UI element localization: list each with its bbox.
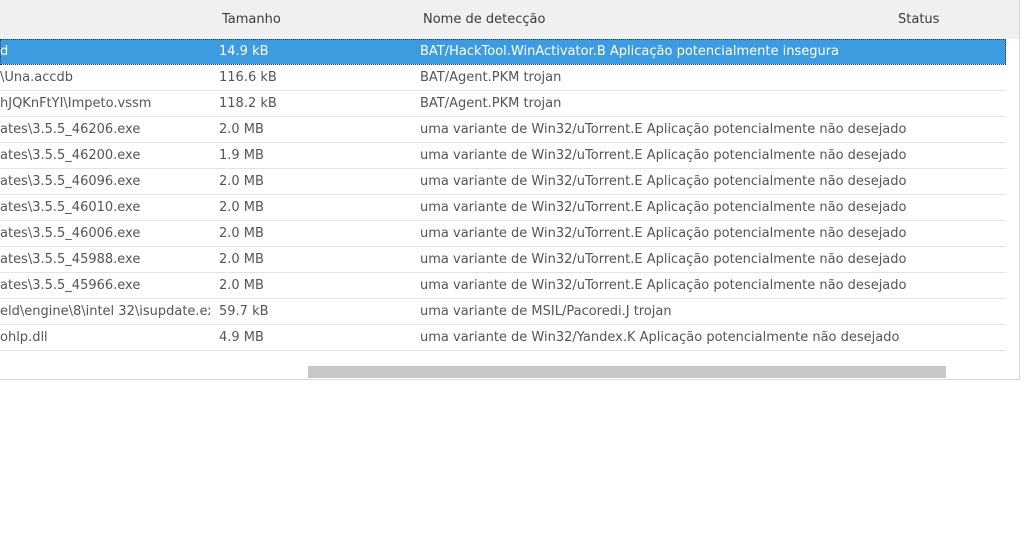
cell-size: 2.0 MB bbox=[219, 122, 264, 137]
cell-size: 59.7 kB bbox=[219, 304, 269, 319]
table-row[interactable]: ohlp.dll 4.9 MB uma variante de Win32/Yand… bbox=[0, 325, 1006, 351]
cell-file-name: d bbox=[0, 44, 9, 59]
cell-detection-name: BAT/Agent.PKM trojan bbox=[420, 96, 562, 111]
table-row[interactable]: ates\3.5.5_46200.exe 1.9 MB uma variante d… bbox=[0, 143, 1006, 169]
cell-size: 4.9 MB bbox=[219, 330, 264, 345]
cell-detection-name: uma variante de Win32/uTorrent.E Aplicaç… bbox=[420, 278, 907, 293]
table-row[interactable]: \Una.accdb 116.6 kB BAT/Agent.PKM trojan bbox=[0, 65, 1006, 91]
cell-size: 2.0 MB bbox=[219, 278, 264, 293]
table-row[interactable]: ates\3.5.5_46006.exe 2.0 MB uma variante d… bbox=[0, 221, 1006, 247]
table-row[interactable]: hJQKnFtYI\Impeto.vssm 118.2 kB BAT/Agent.P… bbox=[0, 91, 1006, 117]
table-row[interactable]: ates\3.5.5_46206.exe 2.0 MB uma variante d… bbox=[0, 117, 1006, 143]
column-header-detection-name[interactable]: Nome de detecção bbox=[423, 12, 545, 27]
cell-detection-name: uma variante de Win32/uTorrent.E Aplicaç… bbox=[420, 122, 907, 137]
cell-file-name: eld\engine\8\intel 32\isupdate.exe bbox=[0, 304, 210, 319]
table-row[interactable]: ates\3.5.5_46010.exe 2.0 MB uma variante d… bbox=[0, 195, 1006, 221]
cell-file-name: ates\3.5.5_45966.exe bbox=[0, 278, 141, 293]
cell-file-name: ates\3.5.5_46096.exe bbox=[0, 174, 141, 189]
cell-size: 2.0 MB bbox=[219, 174, 264, 189]
column-header-status[interactable]: Status bbox=[898, 12, 939, 27]
table-header: Tamanho Nome de detecção Status bbox=[0, 0, 1019, 39]
table-row[interactable]: ates\3.5.5_46096.exe 2.0 MB uma variante d… bbox=[0, 169, 1006, 195]
table-row[interactable]: eld\engine\8\intel 32\isupdate.exe 59.7 k… bbox=[0, 299, 1006, 325]
cell-file-name: ates\3.5.5_46206.exe bbox=[0, 122, 141, 137]
detections-table: Tamanho Nome de detecção Status d 14.9 kB… bbox=[0, 0, 1020, 380]
cell-size: 2.0 MB bbox=[219, 252, 264, 267]
horizontal-scrollbar-thumb[interactable] bbox=[308, 366, 946, 378]
cell-detection-name: uma variante de Win32/uTorrent.E Aplicaç… bbox=[420, 148, 907, 163]
cell-size: 116.6 kB bbox=[219, 70, 277, 85]
cell-detection-name: uma variante de MSIL/Pacoredi.J trojan bbox=[420, 304, 672, 319]
cell-detection-name: uma variante de Win32/uTorrent.E Aplicaç… bbox=[420, 226, 907, 241]
cell-size: 2.0 MB bbox=[219, 226, 264, 241]
cell-detection-name: BAT/HackTool.WinActivator.B Aplicação po… bbox=[420, 44, 840, 59]
table-row[interactable]: ates\3.5.5_45988.exe 2.0 MB uma variante d… bbox=[0, 247, 1006, 273]
cell-size: 1.9 MB bbox=[219, 148, 264, 163]
cell-file-name: ates\3.5.5_46010.exe bbox=[0, 200, 141, 215]
cell-detection-name: uma variante de Win32/Yandex.K Aplicação… bbox=[420, 330, 900, 345]
cell-file-name: hJQKnFtYI\Impeto.vssm bbox=[0, 96, 152, 111]
column-header-size[interactable]: Tamanho bbox=[222, 12, 281, 27]
cell-file-name: ates\3.5.5_45988.exe bbox=[0, 252, 141, 267]
table-row[interactable]: ates\3.5.5_45966.exe 2.0 MB uma variante d… bbox=[0, 273, 1006, 299]
cell-file-name: ohlp.dll bbox=[0, 330, 48, 345]
cell-detection-name: uma variante de Win32/uTorrent.E Aplicaç… bbox=[420, 174, 907, 189]
cell-detection-name: BAT/Agent.PKM trojan bbox=[420, 70, 562, 85]
table-row[interactable]: d 14.9 kB BAT/HackTool.WinActivator.B Apli… bbox=[0, 39, 1006, 65]
table-body: d 14.9 kB BAT/HackTool.WinActivator.B Apli… bbox=[0, 39, 1006, 351]
cell-file-name: \Una.accdb bbox=[0, 70, 73, 85]
cell-size: 2.0 MB bbox=[219, 200, 264, 215]
cell-size: 118.2 kB bbox=[219, 96, 277, 111]
cell-file-name: ates\3.5.5_46200.exe bbox=[0, 148, 141, 163]
cell-size: 14.9 kB bbox=[219, 44, 269, 59]
cell-file-name: ates\3.5.5_46006.exe bbox=[0, 226, 141, 241]
cell-detection-name: uma variante de Win32/uTorrent.E Aplicaç… bbox=[420, 200, 907, 215]
horizontal-scrollbar[interactable] bbox=[0, 362, 1019, 379]
cell-detection-name: uma variante de Win32/uTorrent.E Aplicaç… bbox=[420, 252, 907, 267]
